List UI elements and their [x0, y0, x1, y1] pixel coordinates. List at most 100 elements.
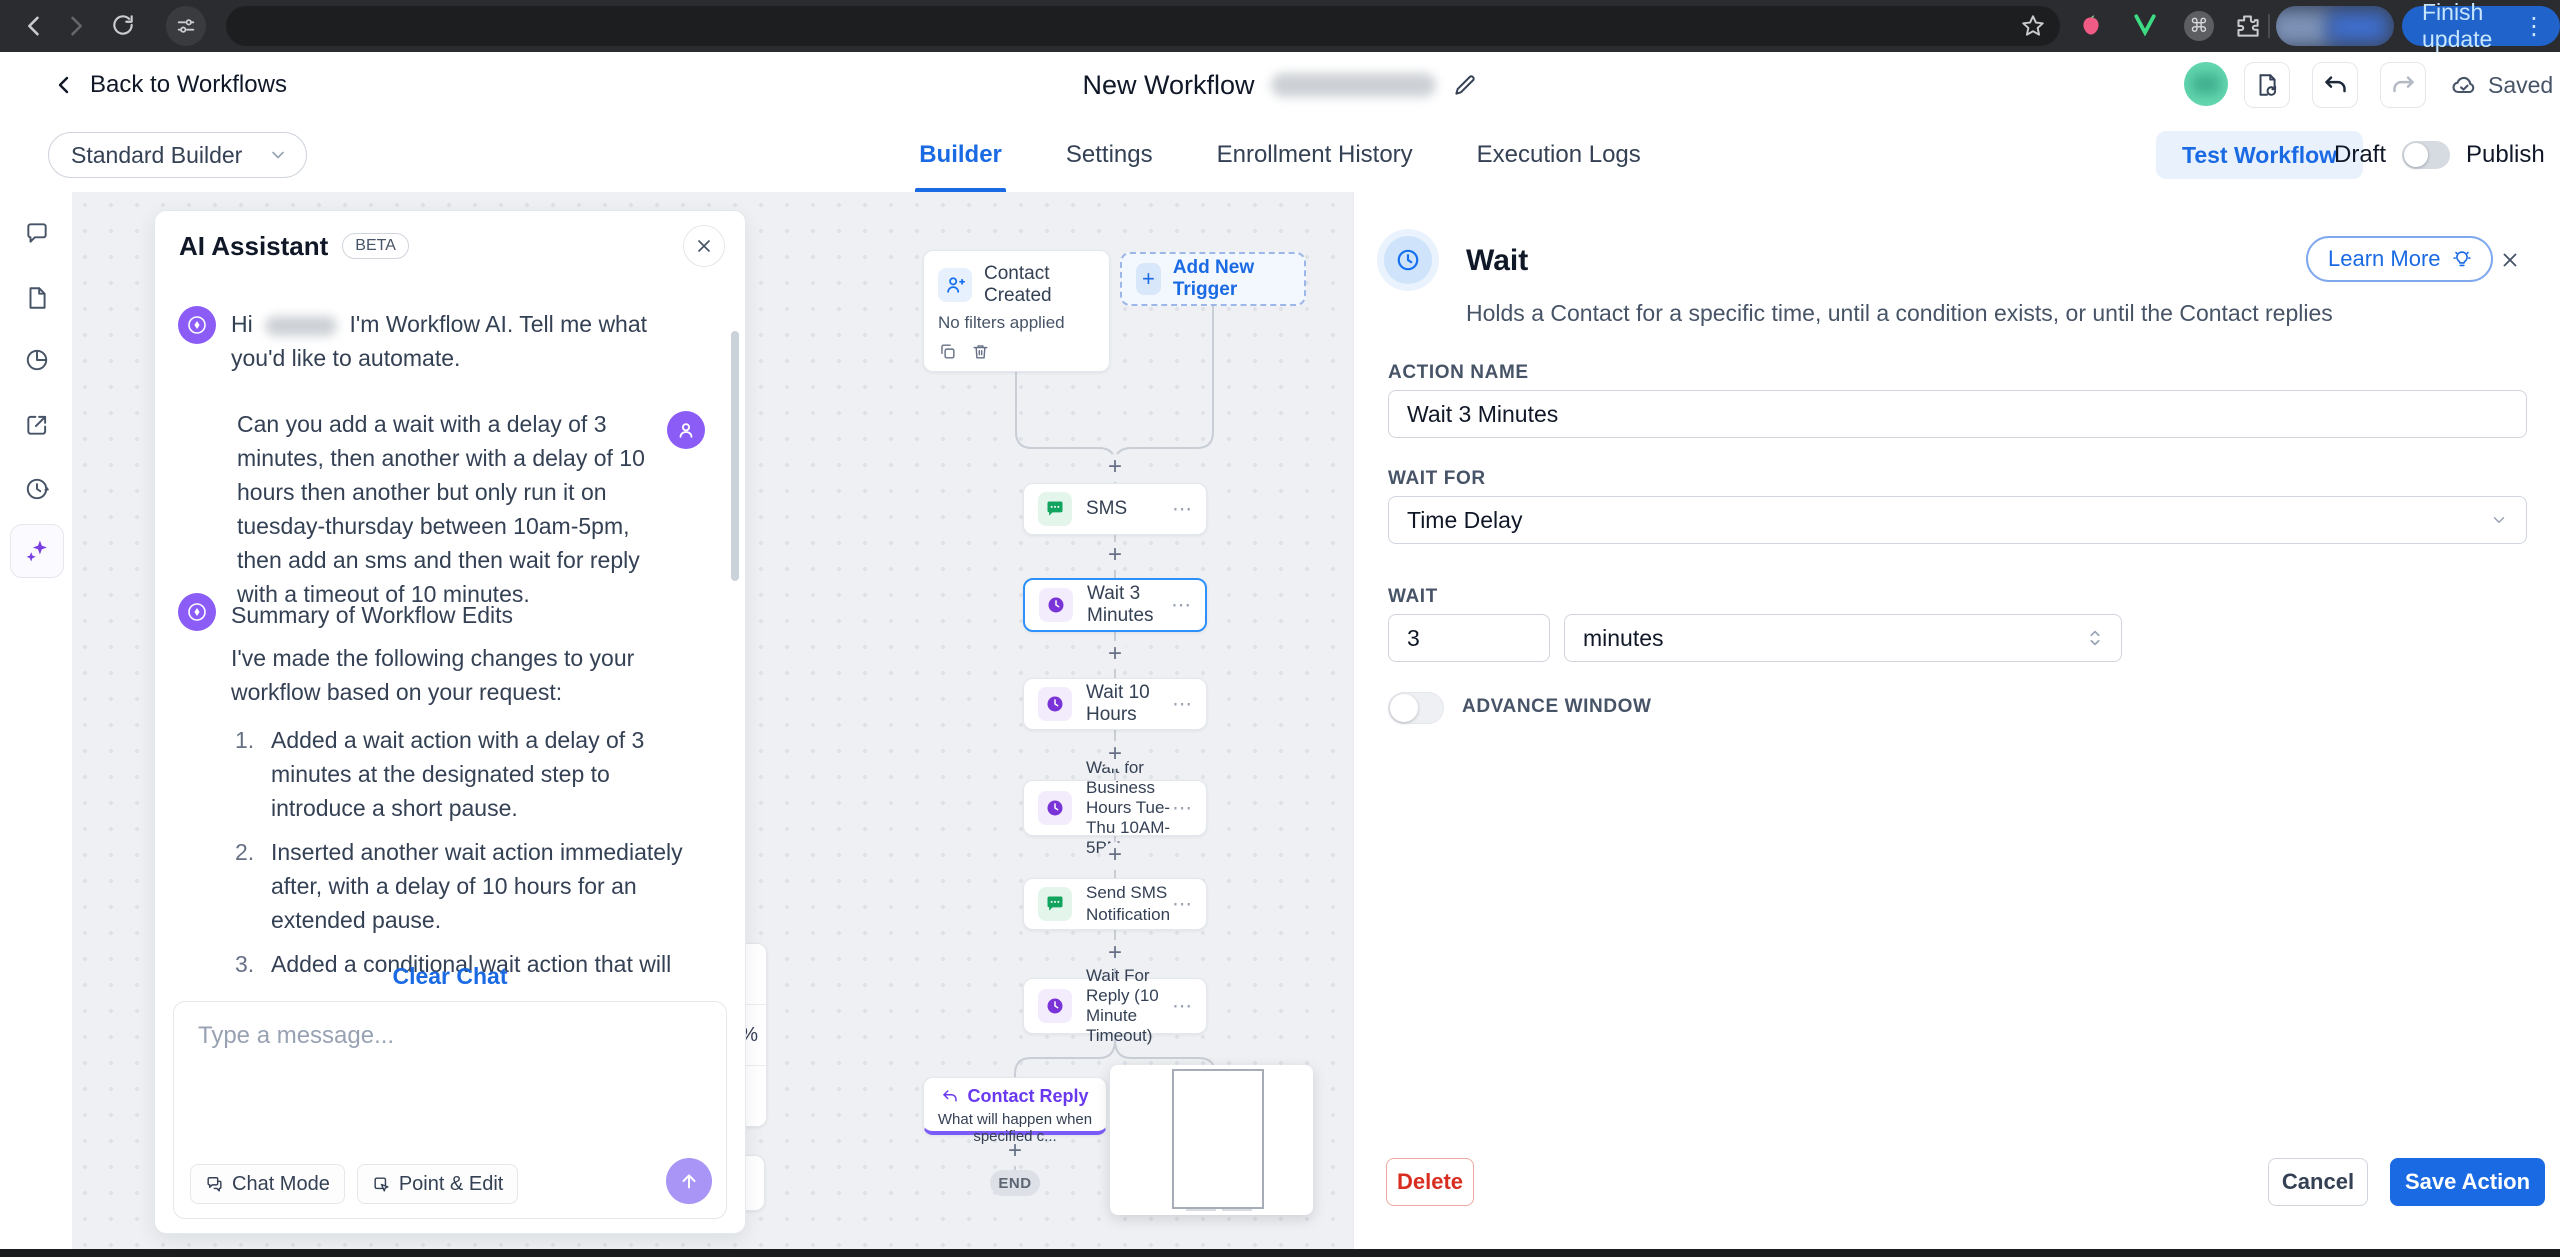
user-message: Can you add a wait with a delay of 3 min…: [237, 411, 645, 607]
node-wait-3-minutes[interactable]: Wait 3 Minutes ⋯: [1023, 578, 1207, 632]
cancel-button[interactable]: Cancel: [2268, 1158, 2368, 1206]
branch-node-contact-reply[interactable]: Contact Reply What will happen when spec…: [923, 1077, 1107, 1145]
add-step-button[interactable]: +: [1101, 542, 1129, 570]
chat-mode-chip[interactable]: Chat Mode: [190, 1164, 345, 1204]
left-icon-rail: [0, 192, 73, 1250]
add-step-button[interactable]: +: [1101, 454, 1129, 482]
redacted-name-chip: [265, 315, 338, 336]
close-assistant-icon[interactable]: [683, 225, 725, 267]
sms-icon: [1038, 492, 1072, 526]
message-input[interactable]: [196, 1020, 680, 1144]
list-number: 1.: [235, 727, 255, 753]
end-node: END: [990, 1170, 1040, 1196]
window-bottom-edge: [0, 1249, 2560, 1257]
ai-greeting-message: Hi I'm Workflow AI. Tell me what you'd l…: [231, 311, 648, 371]
delete-button[interactable]: Delete: [1386, 1158, 1474, 1206]
undo-button[interactable]: [2312, 62, 2358, 108]
extension-pink-icon[interactable]: [2078, 13, 2104, 39]
wait-for-select[interactable]: Time Delay: [1388, 496, 2527, 544]
saved-status: Saved: [2450, 66, 2553, 104]
node-sms[interactable]: SMS ⋯: [1023, 483, 1207, 535]
save-action-button[interactable]: Save Action: [2390, 1158, 2545, 1206]
wait-label: WAIT: [1388, 586, 1438, 607]
node-wait-business-hours[interactable]: Wait for Business Hours Tue-Thu 10AM-5PM…: [1023, 758, 1207, 857]
redo-button[interactable]: [2380, 62, 2426, 108]
extensions-puzzle-icon[interactable]: [2234, 12, 2261, 39]
ai-avatar: [178, 593, 216, 631]
action-name-input[interactable]: [1388, 390, 2527, 438]
edit-title-icon[interactable]: [1452, 72, 1478, 98]
wait-clock-icon: [1384, 236, 1432, 284]
trigger-node-contact-created[interactable]: Contact Created No filters applied: [923, 250, 1110, 372]
history-icon[interactable]: [24, 476, 50, 502]
add-step-button[interactable]: +: [1101, 741, 1129, 769]
add-new-trigger-button[interactable]: + Add New Trigger: [1120, 252, 1306, 306]
back-to-workflows-button[interactable]: Back to Workflows: [52, 66, 287, 104]
reply-arrow-icon: [943, 1089, 958, 1101]
minimap[interactable]: [1110, 1065, 1313, 1215]
browser-back-icon[interactable]: [20, 12, 48, 40]
add-step-button[interactable]: +: [1101, 641, 1129, 669]
wait-value-input[interactable]: [1388, 614, 1550, 662]
node-wait-for-reply[interactable]: Wait For Reply (10 Minute Timeout) ⋯: [1023, 966, 1207, 1045]
add-step-button[interactable]: +: [1101, 940, 1129, 968]
test-workflow-button[interactable]: Test Workflow: [2156, 131, 2364, 179]
stats-pie-icon[interactable]: [24, 347, 50, 373]
extension-v-icon[interactable]: [2130, 10, 2160, 40]
browser-forward-icon[interactable]: [62, 12, 90, 40]
close-panel-icon[interactable]: [2490, 240, 2530, 280]
browser-profile-chip[interactable]: [2276, 6, 2394, 46]
add-step-button[interactable]: +: [1101, 842, 1129, 870]
user-avatar[interactable]: [2184, 62, 2228, 106]
version-history-button[interactable]: [2244, 62, 2290, 108]
minimap-viewport[interactable]: [1172, 1069, 1264, 1209]
wait-clock-icon: [1038, 791, 1072, 825]
node-menu-icon[interactable]: ⋯: [1172, 994, 1194, 1019]
workflow-title-wrap: New Workflow: [0, 52, 2560, 118]
finish-update-button[interactable]: Finish update ⋮: [2402, 0, 2560, 52]
publish-toggle[interactable]: [2402, 141, 2451, 169]
clear-chat-link[interactable]: Clear Chat: [155, 963, 745, 990]
point-edit-chip[interactable]: Point & Edit: [356, 1164, 519, 1204]
node-menu-icon[interactable]: ⋯: [1172, 497, 1194, 522]
app-header: Back to Workflows New Workflow Saved: [0, 52, 2560, 119]
advance-window-toggle[interactable]: [1388, 692, 1444, 724]
extension-command-icon[interactable]: ⌘: [2184, 11, 2214, 41]
trash-icon[interactable]: [971, 342, 990, 361]
ai-assistant-rail-button[interactable]: [10, 524, 64, 578]
learn-more-button[interactable]: Learn More: [2306, 236, 2493, 282]
copy-icon[interactable]: [938, 342, 957, 361]
ai-assistant-header: AI Assistant BETA: [155, 211, 745, 281]
document-icon[interactable]: [24, 285, 50, 311]
arrow-up-icon: [682, 1174, 696, 1189]
summary-intro: I've made the following changes to your …: [231, 645, 635, 705]
node-send-sms-notification[interactable]: Send SMS Notification ⋯: [1023, 878, 1207, 930]
send-message-button[interactable]: [666, 1158, 712, 1204]
wait-unit-select[interactable]: minutes: [1564, 614, 2122, 662]
browser-refresh-icon[interactable]: [110, 12, 136, 38]
node-menu-icon[interactable]: ⋯: [1172, 692, 1194, 717]
finish-update-menu-icon[interactable]: ⋮: [2522, 12, 2546, 41]
draft-publish-toggle-group: Draft Publish: [2334, 131, 2545, 179]
node-menu-icon[interactable]: ⋯: [1172, 796, 1194, 821]
workflow-canvas[interactable]: Contact Created No filters applied + Add…: [72, 192, 1353, 1250]
external-link-icon[interactable]: [24, 412, 50, 438]
node-wait-10-hours[interactable]: Wait 10 Hours ⋯: [1023, 678, 1207, 730]
contact-created-icon: [938, 268, 972, 302]
ai-assistant-panel: AI Assistant BETA Hi I'm Workflow AI. Te…: [154, 210, 746, 1234]
tab-enrollment-history[interactable]: Enrollment History: [1217, 118, 1413, 192]
bookmark-star-icon[interactable]: [2020, 13, 2046, 39]
action-name-label: ACTION NAME: [1388, 362, 1529, 383]
pointer-icon: [374, 1176, 389, 1192]
browser-tune-icon[interactable]: [166, 6, 206, 46]
address-bar[interactable]: [226, 6, 2060, 46]
node-menu-icon[interactable]: ⋯: [1172, 892, 1194, 917]
node-menu-icon[interactable]: ⋯: [1171, 593, 1193, 618]
assistant-scrollbar[interactable]: [731, 331, 739, 581]
main-area: Contact Created No filters applied + Add…: [0, 192, 2560, 1250]
chat-input-card: Chat Mode Point & Edit: [173, 1001, 727, 1219]
tab-execution-logs[interactable]: Execution Logs: [1477, 118, 1641, 192]
comments-icon[interactable]: [24, 220, 50, 246]
tab-settings[interactable]: Settings: [1066, 118, 1153, 192]
tab-builder[interactable]: Builder: [915, 118, 1006, 192]
